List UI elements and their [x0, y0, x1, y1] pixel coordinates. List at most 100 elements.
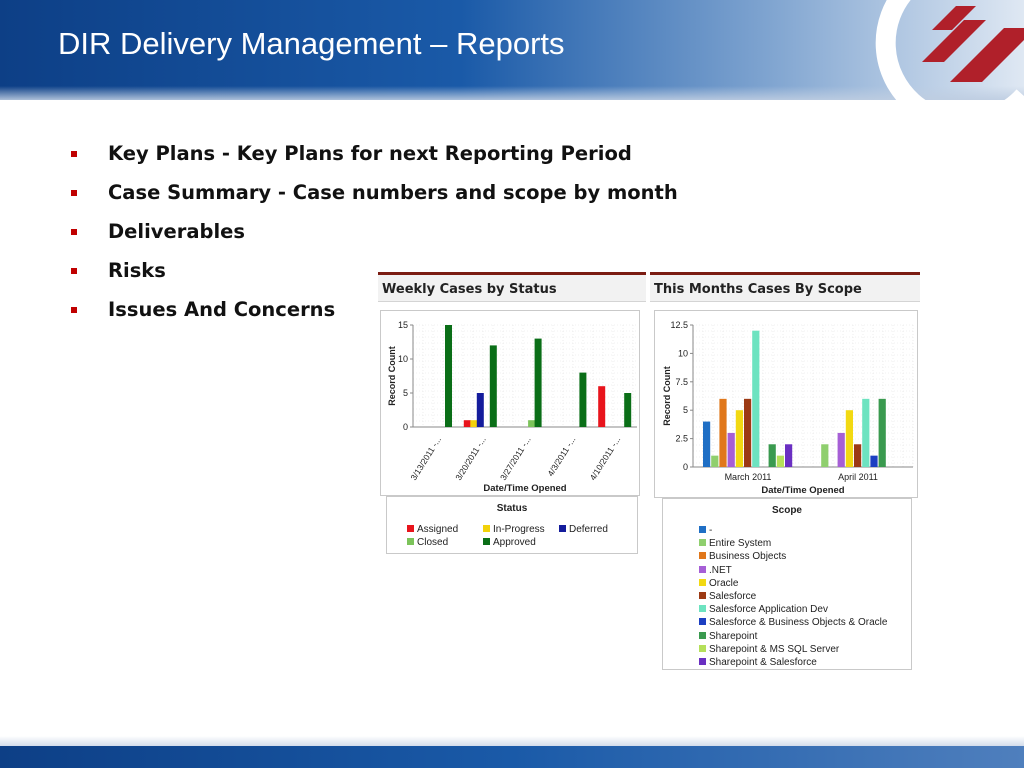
monthly-cases-chart: 0 2.5 5 7.5 10 12.5 March 2011 April 2011 Record…	[662, 320, 914, 496]
bar-salesforce-application-dev	[752, 330, 760, 467]
weekly-chart-box: 0 5 10 15 3/13/2011 -... 3/20/2011 -... 3/27/2…	[380, 310, 640, 496]
legend-title: Scope	[771, 505, 802, 516]
legend-label: In-Progress	[493, 524, 545, 535]
legend-swatch	[699, 644, 706, 652]
x-axis-title: Date/Time Opened	[483, 483, 566, 494]
x-tick-label: 4/3/2011 -...	[545, 435, 577, 478]
legend-label: Closed	[417, 537, 449, 548]
y-tick-label: 15	[398, 320, 408, 330]
bullet-item-deliverables: Deliverables	[68, 218, 678, 257]
legend-label: Sharepoint & Salesforce	[709, 657, 817, 668]
bar-none	[703, 421, 711, 467]
bar-entire-system	[711, 455, 719, 467]
legend-label: Deferred	[569, 524, 608, 535]
panel-title-bar: This Months Cases By Scope	[650, 275, 920, 302]
legend-label: Approved	[493, 537, 536, 548]
bar-salesforce	[744, 398, 752, 467]
legend-swatch	[699, 578, 706, 586]
bar-salesforce-application-dev	[862, 398, 870, 467]
legend-swatch	[483, 525, 490, 532]
y-tick-label: 2.5	[675, 434, 688, 444]
bullet-text: Key Plans - Key Plans for next Reporting…	[108, 142, 632, 165]
slide-footer	[0, 746, 1024, 768]
legend-swatch	[407, 538, 414, 545]
legend-item-entire-system: Entire System	[699, 538, 771, 550]
bullet-item-key-plans: Key Plans - Key Plans for next Reporting…	[68, 140, 678, 179]
legend-item-sharepoint: Sharepoint	[699, 631, 757, 643]
bar-net	[837, 432, 845, 467]
bar-approved	[579, 372, 587, 427]
legend-item-none: -	[699, 525, 712, 537]
bar-salesforce-business-objects-oracle	[870, 455, 878, 467]
legend-swatch	[559, 525, 566, 532]
bar-net	[727, 432, 735, 467]
legend-label: Business Objects	[709, 551, 787, 563]
slide-title: DIR Delivery Management – Reports	[58, 26, 565, 61]
y-tick-label: 5	[403, 388, 408, 398]
bar-salesforce	[854, 444, 862, 467]
legend-label: Sharepoint & MS SQL Server	[709, 643, 840, 655]
bar-approved	[489, 345, 497, 427]
bullet-text: Risks	[108, 259, 166, 282]
bar-approved	[624, 393, 632, 427]
monthly-legend: Scope - Entire System Business Objects .NET…	[662, 498, 912, 670]
weekly-cases-chart: 0 5 10 15 3/13/2011 -... 3/20/2011 -... 3/27/2…	[387, 320, 637, 494]
legend-title: Status	[496, 503, 528, 514]
legend-swatch	[483, 538, 490, 545]
footer-shade	[0, 736, 1024, 746]
bar-business-objects	[719, 398, 727, 467]
legend-item-approved: Approved	[483, 537, 536, 549]
x-tick-label: 3/13/2011 -...	[408, 435, 443, 482]
legend-label: -	[709, 525, 713, 536]
bar-deferred	[476, 393, 484, 427]
company-logo-icon	[875, 0, 1024, 100]
legend-item-business-objects: Business Objects	[699, 551, 786, 563]
legend-item-salesforce-application-dev: Salesforce Application Dev	[699, 604, 828, 616]
legend-item-deferred: Deferred	[559, 524, 608, 536]
bar-sharepoint	[878, 398, 886, 467]
weekly-legend: Status Assigned In-Progress Deferred Clo…	[386, 496, 638, 554]
legend-label: Oracle	[709, 577, 739, 589]
legend-label: .NET	[709, 564, 732, 576]
bullet-square-icon	[71, 151, 77, 157]
panel-title: This Months Cases By Scope	[654, 282, 862, 297]
panel-title-bar: Weekly Cases by Status	[378, 275, 646, 302]
weekly-cases-panel: Weekly Cases by Status 0 5 10 15 3/13/2011 -…	[378, 272, 646, 562]
y-tick-label: 7.5	[675, 377, 688, 387]
x-tick-label: March 2011	[725, 472, 772, 482]
bar-sharepoint-ms-sql-server	[776, 455, 784, 467]
legend-swatch	[699, 631, 706, 639]
bar-sharepoint	[768, 444, 776, 467]
legend-swatch	[699, 565, 706, 573]
legend-item-sharepoint-ms-sql-server: Sharepoint & MS SQL Server	[699, 644, 839, 656]
bar-entire-system	[821, 444, 829, 467]
monthly-chart-box: 0 2.5 5 7.5 10 12.5 March 2011 April 2011 Record…	[654, 310, 918, 498]
bar-approved	[534, 338, 542, 427]
x-tick-label: 3/27/2011 -...	[498, 435, 533, 482]
legend-label: Entire System	[709, 538, 772, 550]
y-tick-label: 5	[683, 405, 688, 415]
x-axis-title: Date/Time Opened	[761, 485, 844, 496]
bullet-item-case-summary: Case Summary - Case numbers and scope by…	[68, 179, 678, 218]
bullet-square-icon	[71, 229, 77, 235]
y-tick-label: 0	[403, 422, 408, 432]
legend-label: Sharepoint	[709, 630, 758, 642]
bar-sharepoint-salesforce	[785, 444, 793, 467]
bar-oracle	[845, 410, 853, 467]
x-tick-label: April 2011	[838, 472, 878, 482]
bullet-text: Case Summary - Case numbers and scope by…	[108, 181, 678, 204]
bar-assigned	[463, 420, 471, 427]
y-tick-label: 0	[683, 462, 688, 472]
y-tick-label: 12.5	[670, 320, 688, 330]
bullet-text: Deliverables	[108, 220, 245, 243]
bar-oracle	[735, 410, 743, 467]
x-tick-label: 4/10/2011 -...	[588, 435, 623, 482]
legend-item-salesforce-business-objects-oracle: Salesforce & Business Objects & Oracle	[699, 617, 887, 629]
bar-closed	[528, 420, 536, 427]
legend-swatch	[699, 618, 706, 626]
legend-swatch	[699, 552, 706, 560]
bullet-square-icon	[71, 190, 77, 196]
legend-swatch	[407, 525, 414, 532]
legend-label: Salesforce & Business Objects & Oracle	[709, 617, 888, 629]
bar-in-progress	[470, 420, 478, 427]
